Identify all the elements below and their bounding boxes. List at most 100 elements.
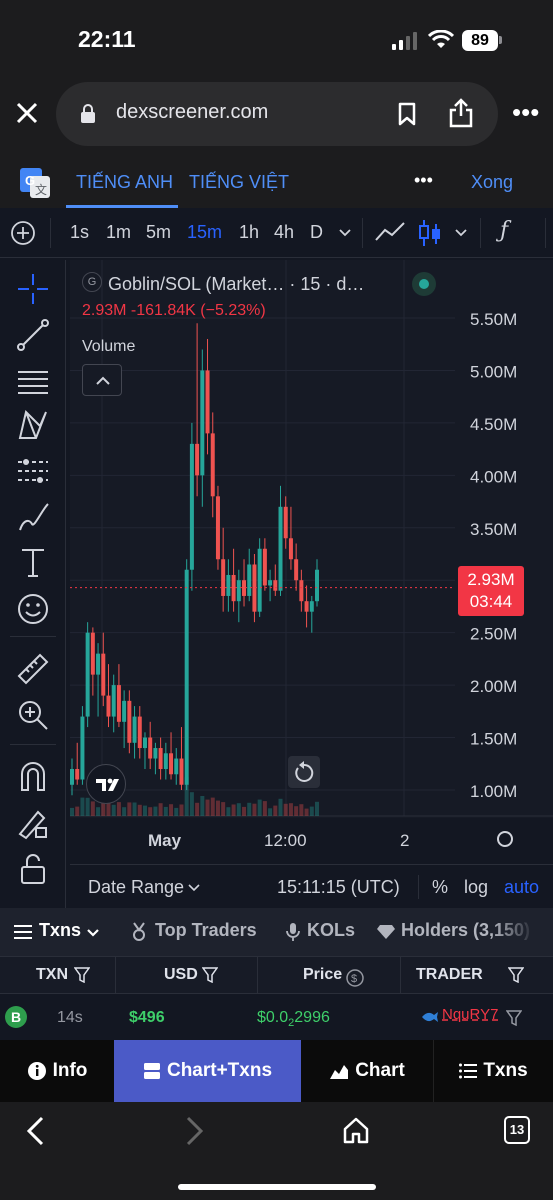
forward-icon[interactable] — [184, 1116, 206, 1146]
timeframe-15m[interactable]: 15m — [187, 222, 222, 243]
candle-body — [174, 758, 179, 775]
tab-kols[interactable]: KOLs — [307, 920, 355, 941]
tabs-button[interactable]: 13 — [504, 1116, 530, 1144]
candle-body — [288, 538, 293, 560]
column-header-txn[interactable]: TXN — [36, 966, 68, 984]
column-header-price[interactable]: Price — [303, 966, 342, 984]
volume-bar — [132, 802, 137, 816]
crosshair-icon[interactable] — [16, 272, 50, 306]
log-scale-toggle[interactable]: log — [464, 877, 488, 898]
nav-txns[interactable]: Txns — [434, 1040, 553, 1102]
text-tool-icon[interactable] — [16, 546, 50, 580]
column-header-usd[interactable]: USD — [164, 966, 198, 984]
table-row[interactable]: B 14s $496 $0.022996 NquRY7 — [0, 994, 553, 1040]
candle-body — [142, 737, 147, 749]
done-button[interactable]: Xong — [471, 172, 513, 193]
microphone-icon — [286, 923, 300, 941]
brush-icon[interactable] — [16, 500, 50, 534]
candle-body — [283, 506, 288, 539]
unlock-icon[interactable] — [16, 852, 50, 886]
chevron-down-icon[interactable] — [338, 228, 352, 238]
back-icon[interactable] — [24, 1116, 46, 1146]
zoom-in-icon[interactable] — [16, 698, 50, 732]
y-tick-label: 5.00M — [470, 362, 517, 381]
emoji-icon[interactable] — [16, 592, 50, 626]
timeframe-1s[interactable]: 1s — [70, 222, 89, 243]
more-menu-icon[interactable]: ••• — [512, 99, 539, 125]
date-range-button[interactable]: Date Range — [88, 877, 184, 898]
x-tick-label: 12:00 — [264, 831, 307, 850]
nav-info[interactable]: Info — [0, 1040, 114, 1102]
volume-bar — [304, 808, 309, 816]
filter-icon[interactable] — [508, 967, 524, 983]
ruler-icon[interactable] — [16, 652, 50, 686]
trader-address[interactable]: NquRY7 — [442, 1006, 498, 1023]
y-tick-label: 4.50M — [470, 415, 517, 434]
timeframe-d[interactable]: D — [310, 222, 323, 243]
nav-chart[interactable]: Chart — [301, 1040, 433, 1102]
volume-bar — [148, 807, 153, 816]
lang-tab-english[interactable]: TIẾNG ANH — [76, 172, 173, 193]
timeframe-5m[interactable]: 5m — [146, 222, 171, 243]
volume-bar — [210, 797, 215, 816]
reset-chart-button[interactable] — [288, 756, 320, 788]
translate-more-icon[interactable]: ••• — [414, 170, 433, 191]
volume-bar — [252, 803, 257, 816]
google-translate-icon: G 文 — [20, 168, 50, 198]
tradingview-logo[interactable] — [86, 764, 126, 804]
candle-body — [106, 695, 111, 717]
magnet-icon[interactable] — [16, 760, 50, 794]
y-tick-label: 5.50M — [470, 310, 517, 329]
filter-icon[interactable] — [74, 967, 90, 983]
candle-body — [70, 769, 74, 785]
candle-body — [205, 370, 210, 434]
currency-toggle-icon[interactable]: $ — [346, 969, 364, 987]
txn-price-digits: 2996 — [294, 1009, 330, 1026]
candle-body — [153, 748, 158, 759]
lang-tab-vietnamese[interactable]: TIẾNG VIỆT — [189, 172, 289, 193]
trend-line-icon[interactable] — [16, 318, 50, 352]
line-chart-type-icon[interactable] — [374, 220, 406, 244]
address-bar[interactable]: dexscreener.com — [56, 82, 498, 146]
home-icon[interactable] — [342, 1116, 370, 1144]
timeframe-1h[interactable]: 1h — [239, 222, 259, 243]
timeframe-1m[interactable]: 1m — [106, 222, 131, 243]
volume-bar — [309, 806, 314, 816]
bookmark-icon[interactable] — [398, 102, 416, 126]
filter-trader-icon[interactable] — [506, 1010, 522, 1026]
tab-txns[interactable]: Txns — [39, 920, 81, 941]
volume-bar — [169, 804, 174, 816]
nav-txns-label: Txns — [483, 1060, 528, 1081]
txn-usd: $496 — [129, 1009, 165, 1026]
candle-body — [309, 601, 314, 612]
lock-drawing-icon[interactable] — [16, 806, 50, 840]
close-icon[interactable] — [16, 102, 38, 124]
x-tick-label: 2 — [400, 831, 409, 850]
indicators-fx-icon[interactable]: ƒ — [500, 218, 508, 243]
prediction-icon[interactable] — [16, 454, 50, 488]
volume-bar — [257, 799, 262, 816]
candle-body — [242, 580, 247, 596]
chart-type-chevron-icon[interactable] — [454, 228, 468, 238]
utc-clock[interactable]: 15:11:15 (UTC) — [277, 877, 400, 898]
tab-top-traders[interactable]: Top Traders — [155, 920, 257, 941]
date-range-chevron-icon[interactable] — [188, 884, 200, 892]
timeframe-4h[interactable]: 4h — [274, 222, 294, 243]
volume-bar — [215, 800, 220, 816]
pattern-icon[interactable] — [16, 408, 50, 442]
filter-icon[interactable] — [202, 967, 218, 983]
share-icon[interactable] — [448, 98, 474, 128]
nav-chart-txns[interactable]: Chart+Txns — [114, 1040, 301, 1102]
chart-pane[interactable]: 5.50M 5.00M 4.50M 4.00M 3.50M 2.50M 2.00M 1.50M… — [70, 260, 553, 850]
add-indicator-icon[interactable] — [10, 220, 36, 246]
collapse-legend-button[interactable] — [82, 364, 122, 396]
column-header-trader[interactable]: TRADER — [416, 966, 483, 984]
auto-scale-toggle[interactable]: auto — [504, 877, 539, 898]
candles-chart-type-icon[interactable] — [418, 218, 442, 248]
chevron-down-icon[interactable] — [86, 928, 100, 938]
horizontal-lines-icon[interactable] — [16, 364, 50, 398]
percent-scale-toggle[interactable]: % — [432, 877, 448, 898]
volume-bar — [268, 808, 273, 816]
volume-bar — [231, 804, 236, 816]
chart-title[interactable]: Goblin/SOL (Market… · 15 · d… — [108, 274, 364, 295]
